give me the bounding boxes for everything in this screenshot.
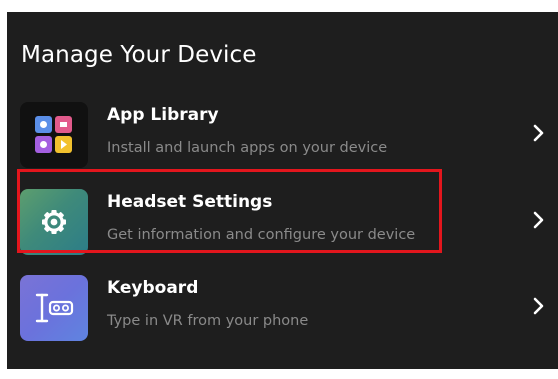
app-library-description: Install and launch apps on your device: [107, 140, 388, 156]
chevron-right-icon[interactable]: [531, 120, 547, 146]
app-grid-icon: [20, 102, 88, 168]
app-library-title: App Library: [107, 105, 219, 125]
chevron-right-icon[interactable]: [531, 207, 547, 233]
highlight-box: [17, 169, 442, 253]
manage-device-panel: Manage Your Device App Library Install a…: [7, 12, 558, 369]
keyboard-vr-icon: [20, 275, 88, 341]
keyboard-title: Keyboard: [107, 278, 199, 298]
keyboard-description: Type in VR from your phone: [107, 313, 309, 329]
list-item-keyboard[interactable]: Keyboard Type in VR from your phone: [7, 265, 558, 351]
list-item-app-library[interactable]: App Library Install and launch apps on y…: [7, 92, 558, 178]
section-title: Manage Your Device: [21, 42, 257, 68]
chevron-right-icon[interactable]: [531, 293, 547, 319]
